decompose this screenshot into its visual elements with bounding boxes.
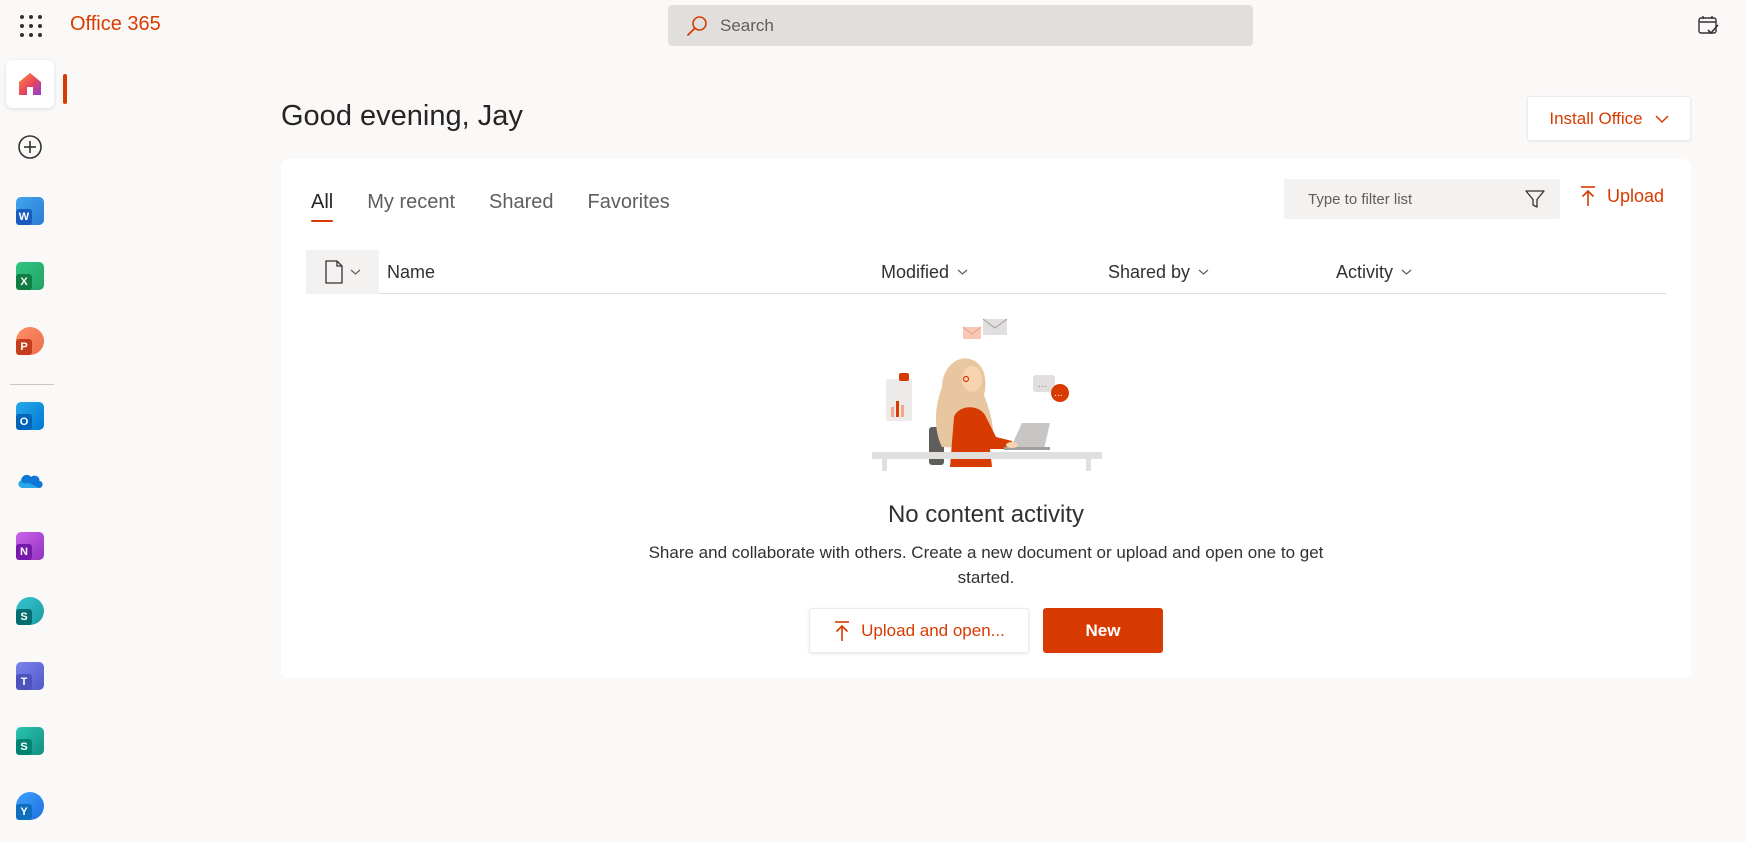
upload-and-open-label: Upload and open... [861,620,1005,640]
chevron-down-icon [1655,114,1669,123]
sway-icon: S [16,727,44,755]
chevron-down-icon [350,269,361,275]
top-bar: Office 365 [0,0,1746,50]
document-tabs: All My recent Shared Favorites [311,191,670,222]
rail-item-create[interactable] [6,123,54,171]
excel-icon: X [16,262,44,290]
documents-card: All My recent Shared Favorites Upload [281,159,1691,678]
empty-state-title: No content activity [887,501,1085,528]
chevron-down-icon [1198,269,1209,275]
install-office-label: Install Office [1549,108,1643,128]
teams-icon: T [16,662,44,690]
filter-input[interactable] [1308,190,1524,208]
rail-item-outlook[interactable]: O [6,392,54,440]
add-circle-icon [18,135,42,159]
filter-box[interactable] [1284,179,1560,219]
search-box[interactable] [668,5,1253,46]
upload-icon [1581,186,1595,206]
app-launcher-icon[interactable] [18,13,42,37]
rail-item-yammer[interactable]: Y [6,782,54,830]
document-icon [325,260,343,284]
upload-label: Upload [1607,185,1665,206]
tab-my-recent[interactable]: My recent [367,191,455,222]
column-modified[interactable]: Modified [881,250,968,294]
rail-item-sharepoint[interactable]: S [6,587,54,635]
home-icon [19,73,41,95]
outlook-icon: O [16,402,44,430]
calendar-check-icon[interactable] [1696,13,1722,39]
empty-state-illustration: ... ... [872,318,1102,471]
rail-item-powerpoint[interactable]: P [6,317,54,365]
file-type-column[interactable] [306,250,379,294]
app-rail: W X P O N S T S Y [0,50,67,842]
column-name[interactable]: Name [387,250,435,294]
app-name[interactable]: Office 365 [70,13,161,36]
rail-item-word[interactable]: W [6,187,54,235]
rail-active-indicator [63,74,67,104]
search-icon [687,15,707,36]
rail-item-sway[interactable]: S [6,717,54,765]
chevron-down-icon [957,269,968,275]
onedrive-icon [18,474,43,488]
yammer-icon: Y [16,792,44,820]
rail-divider [10,384,54,385]
word-icon: W [16,197,44,225]
rail-item-excel[interactable]: X [6,252,54,300]
powerpoint-icon: P [16,327,44,355]
upload-and-open-button[interactable]: Upload and open... [809,608,1029,653]
rail-item-onedrive[interactable] [6,457,54,505]
upload-button[interactable]: Upload [1579,185,1664,207]
rail-item-teams[interactable]: T [6,652,54,700]
rail-item-onenote[interactable]: N [6,522,54,570]
sharepoint-icon: S [16,597,44,625]
file-table-header: Name Modified Shared by Activity [306,250,1666,294]
new-document-button[interactable]: New [1043,608,1163,653]
upload-icon [835,620,850,641]
column-activity[interactable]: Activity [1336,250,1412,294]
chevron-down-icon [1401,269,1412,275]
install-office-button[interactable]: Install Office [1527,96,1691,141]
svg-text:...: ... [1038,380,1047,390]
filter-icon[interactable] [1524,188,1546,210]
rail-item-home[interactable] [6,60,54,108]
search-input[interactable] [720,15,1220,36]
svg-text:...: ... [1054,389,1063,399]
tab-all[interactable]: All [311,191,334,222]
tab-favorites[interactable]: Favorites [588,191,670,222]
tab-shared[interactable]: Shared [489,191,554,222]
greeting-heading: Good evening, Jay [281,100,523,132]
column-shared-by[interactable]: Shared by [1108,250,1209,294]
empty-state-description: Share and collaborate with others. Creat… [648,543,1324,587]
onenote-icon: N [16,532,44,560]
